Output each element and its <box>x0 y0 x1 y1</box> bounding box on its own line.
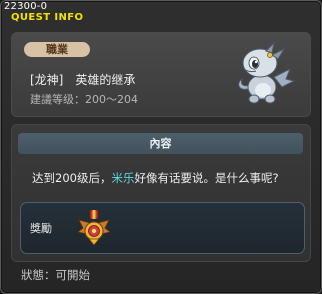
npc-name-link[interactable]: 米乐 <box>111 171 134 185</box>
medal-icon[interactable] <box>77 210 111 246</box>
description-text-before: 达到200级后， <box>32 171 112 185</box>
quest-id: 22300-0 <box>4 1 48 12</box>
dragon-mir-icon <box>238 41 296 104</box>
quest-description: 达到200级后，米乐好像有话要说。是什么事呢? <box>32 170 279 186</box>
window-title: QUEST INFO <box>11 12 84 23</box>
description-text-after: 好像有话要说。是什么事呢? <box>134 171 279 185</box>
job-panel: 職業 [龙神] 英雄的继承 建議等级：200～204 <box>11 32 311 117</box>
recommended-level: 建議等级：200～204 <box>30 93 138 106</box>
reward-box: 獎勵 <box>20 202 305 254</box>
quest-name: [龙神] 英雄的继承 <box>30 73 136 87</box>
reward-label: 獎勵 <box>30 222 52 235</box>
job-badge: 職業 <box>24 42 90 57</box>
quest-info-window: 22300-0 QUEST INFO 職業 [龙神] 英雄的继承 建議等级：20… <box>0 0 322 294</box>
content-header: 內容 <box>18 133 303 154</box>
content-panel: 內容 达到200级后，米乐好像有话要说。是什么事呢? 獎勵 <box>11 124 311 262</box>
quest-status: 狀態：可開始 <box>21 268 90 282</box>
